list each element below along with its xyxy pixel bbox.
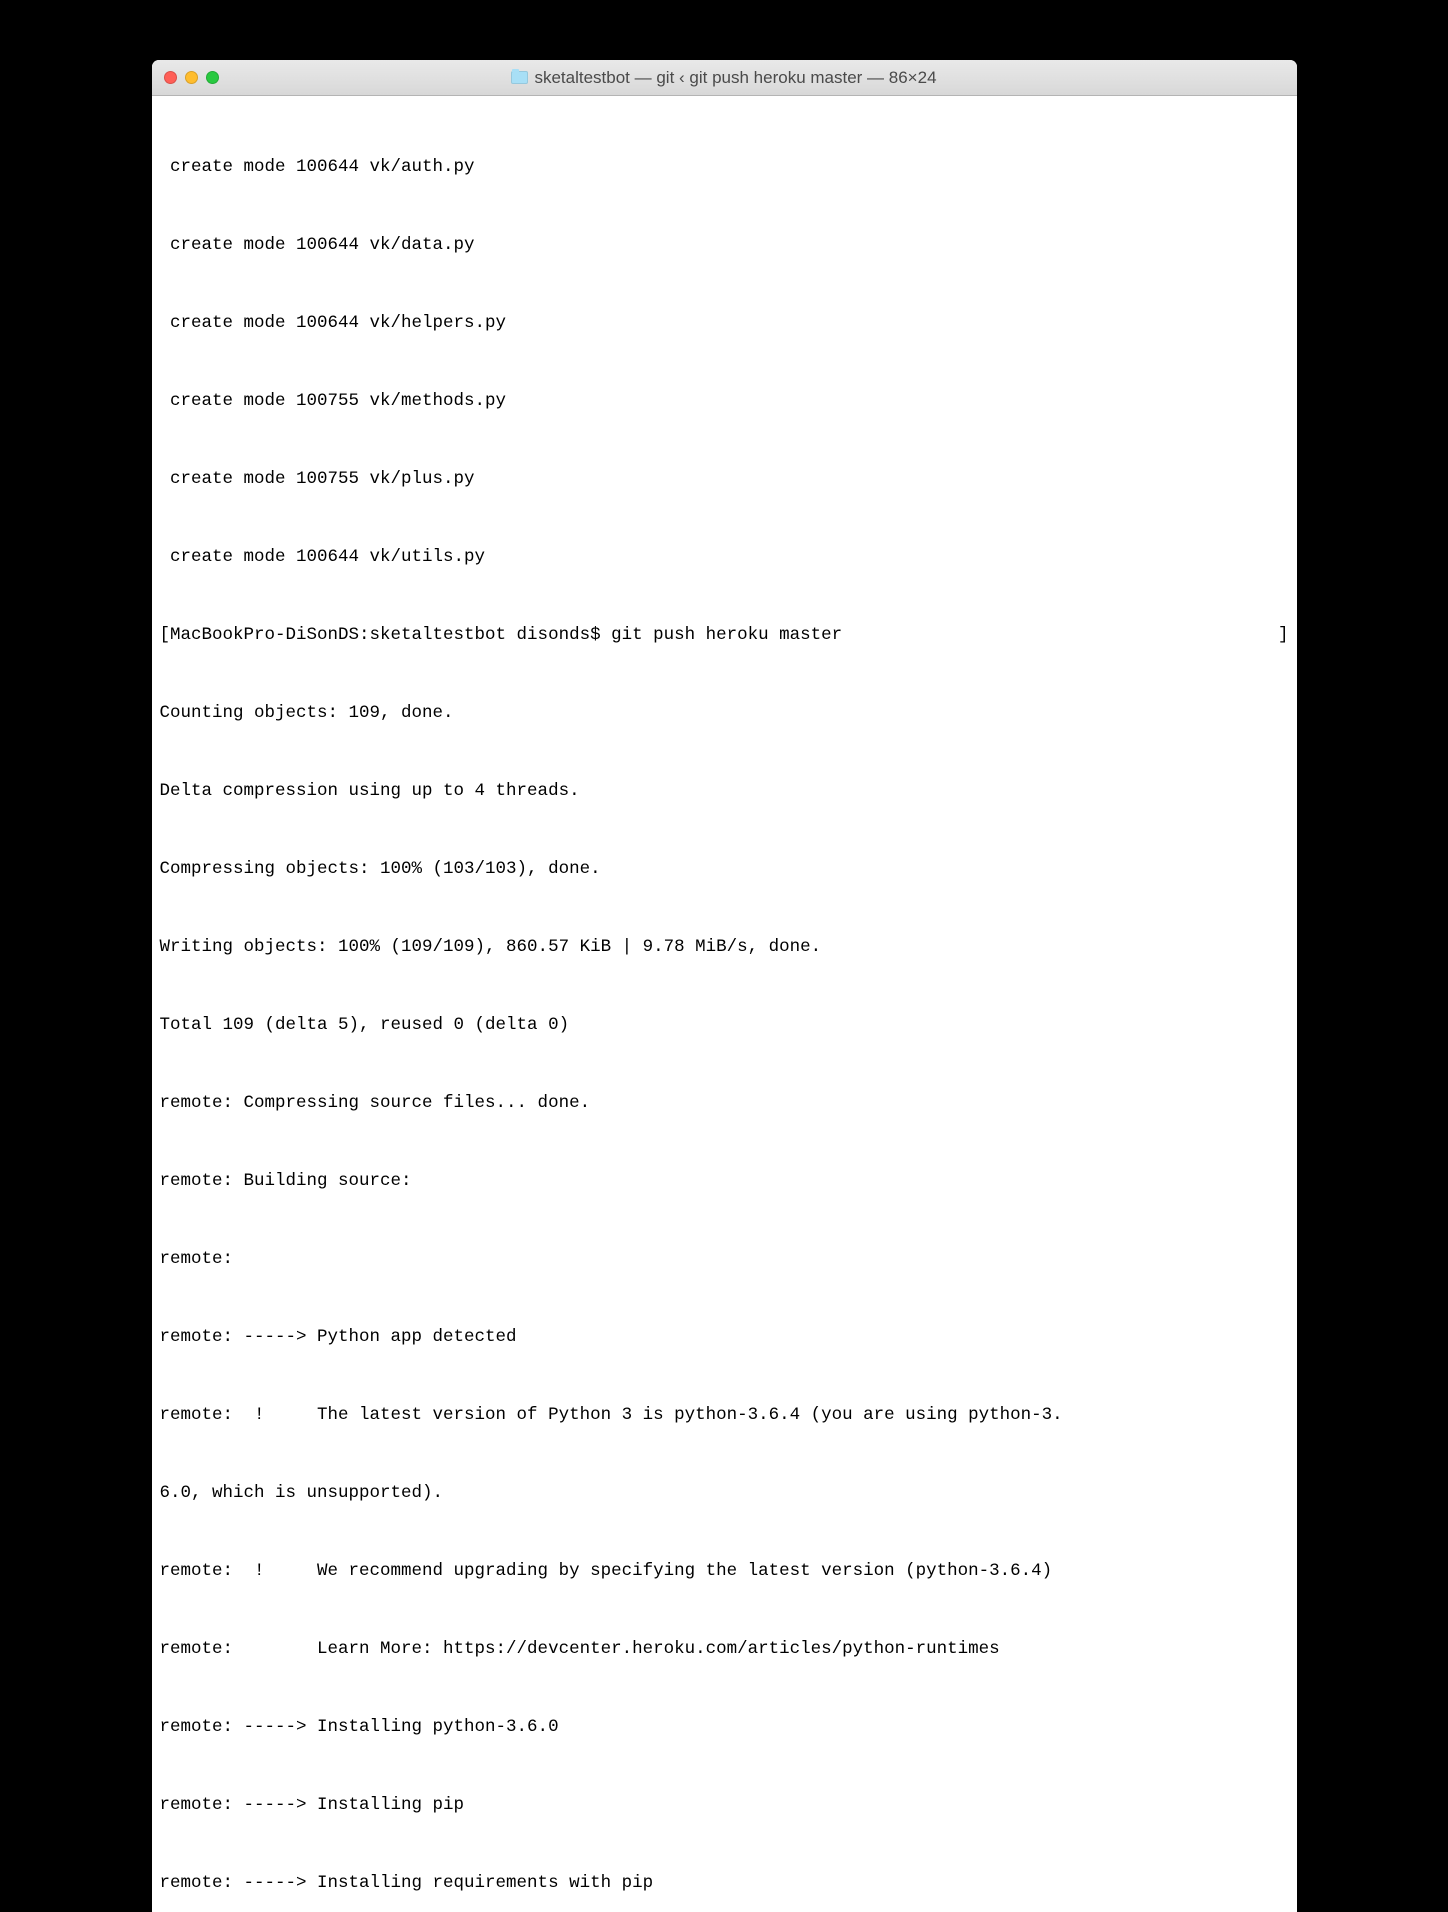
- window-title: sketaltestbot — git ‹ git push heroku ma…: [534, 68, 936, 88]
- terminal-window: sketaltestbot — git ‹ git push heroku ma…: [152, 60, 1297, 1912]
- output-line: Total 109 (delta 5), reused 0 (delta 0): [160, 1012, 1289, 1038]
- output-line: remote: ! The latest version of Python 3…: [160, 1402, 1289, 1428]
- output-line: Writing objects: 100% (109/109), 860.57 …: [160, 934, 1289, 960]
- output-line: remote: -----> Python app detected: [160, 1324, 1289, 1350]
- traffic-lights: [164, 71, 219, 84]
- minimize-button[interactable]: [185, 71, 198, 84]
- output-line: create mode 100644 vk/data.py: [160, 232, 1289, 258]
- maximize-button[interactable]: [206, 71, 219, 84]
- folder-icon: [511, 71, 528, 84]
- terminal-output[interactable]: create mode 100644 vk/auth.py create mod…: [152, 96, 1297, 1912]
- window-title-group: sketaltestbot — git ‹ git push heroku ma…: [152, 68, 1297, 88]
- output-line: create mode 100644 vk/helpers.py: [160, 310, 1289, 336]
- output-line: create mode 100755 vk/methods.py: [160, 388, 1289, 414]
- output-line: create mode 100755 vk/plus.py: [160, 466, 1289, 492]
- prompt-text: [MacBookPro-DiSonDS:sketaltestbot disond…: [160, 622, 843, 648]
- output-line: remote: Building source:: [160, 1168, 1289, 1194]
- output-line: remote: Learn More: https://devcenter.he…: [160, 1636, 1289, 1662]
- output-line: remote: -----> Installing pip: [160, 1792, 1289, 1818]
- output-line: remote: -----> Installing python-3.6.0: [160, 1714, 1289, 1740]
- output-line: remote:: [160, 1246, 1289, 1272]
- close-button[interactable]: [164, 71, 177, 84]
- output-line: 6.0, which is unsupported).: [160, 1480, 1289, 1506]
- output-line: remote: -----> Installing requirements w…: [160, 1870, 1289, 1896]
- output-line: Counting objects: 109, done.: [160, 700, 1289, 726]
- output-line: Delta compression using up to 4 threads.: [160, 778, 1289, 804]
- output-line: remote: ! We recommend upgrading by spec…: [160, 1558, 1289, 1584]
- output-line: create mode 100644 vk/auth.py: [160, 154, 1289, 180]
- output-line: Compressing objects: 100% (103/103), don…: [160, 856, 1289, 882]
- prompt-line: [MacBookPro-DiSonDS:sketaltestbot disond…: [160, 622, 1289, 648]
- titlebar[interactable]: sketaltestbot — git ‹ git push heroku ma…: [152, 60, 1297, 96]
- prompt-bracket: ]: [1278, 622, 1289, 648]
- output-line: remote: Compressing source files... done…: [160, 1090, 1289, 1116]
- output-line: create mode 100644 vk/utils.py: [160, 544, 1289, 570]
